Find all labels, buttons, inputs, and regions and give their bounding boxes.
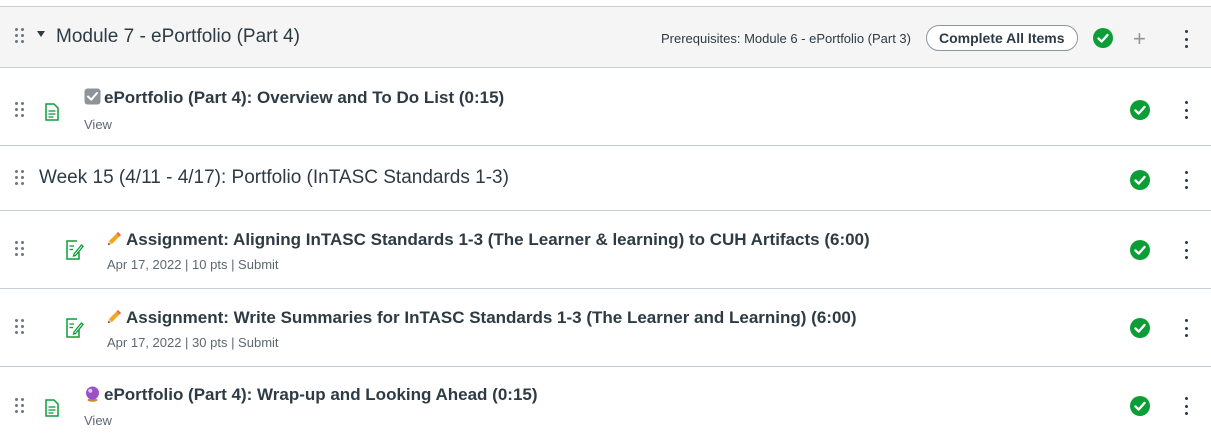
page-icon <box>45 399 59 417</box>
drag-handle-icon[interactable] <box>15 102 25 120</box>
item-options-icon[interactable] <box>1185 397 1189 415</box>
assignment-icon <box>66 240 84 260</box>
item-title-text[interactable]: ePortfolio (Part 4): Overview and To Do … <box>104 88 504 107</box>
prerequisites-text: Prerequisites: Module 6 - ePortfolio (Pa… <box>661 31 911 46</box>
item-options-icon[interactable] <box>1185 101 1189 119</box>
item-options-icon[interactable] <box>1185 319 1189 337</box>
item-title-text[interactable]: ePortfolio (Part 4): Wrap-up and Looking… <box>104 385 538 404</box>
crystal-ball-icon <box>86 386 99 402</box>
item-complete-check-icon <box>1130 170 1150 190</box>
module-header[interactable]: Module 7 - ePortfolio (Part 4) Prerequis… <box>0 6 1211 68</box>
module-title[interactable]: Module 7 - ePortfolio (Part 4) <box>56 26 300 48</box>
module-options-icon[interactable] <box>1185 30 1189 48</box>
item-options-icon[interactable] <box>1185 241 1189 259</box>
module-item[interactable]: ePortfolio (Part 4): Overview and To Do … <box>0 69 1211 146</box>
item-options-icon[interactable] <box>1185 171 1189 189</box>
page-icon <box>45 103 59 121</box>
item-meta: View <box>84 413 112 428</box>
collapse-caret-icon[interactable] <box>37 31 45 37</box>
drag-handle-icon[interactable] <box>15 241 25 259</box>
item-title[interactable]: ePortfolio (Part 4): Wrap-up and Looking… <box>84 385 538 405</box>
item-complete-check-icon <box>1130 100 1150 120</box>
pencil-icon <box>108 232 121 245</box>
item-title-text[interactable]: Assignment: Write Summaries for InTASC S… <box>126 308 857 327</box>
drag-handle-icon[interactable] <box>15 319 25 337</box>
drag-handle-icon[interactable] <box>15 170 25 188</box>
add-item-icon[interactable]: + <box>1133 28 1146 50</box>
context-module: Module 7 - ePortfolio (Part 4) Prerequis… <box>0 0 1211 444</box>
item-meta: Apr 17, 2022 | 30 pts | Submit <box>107 335 279 350</box>
item-complete-check-icon <box>1130 240 1150 260</box>
item-title[interactable]: Assignment: Aligning InTASC Standards 1-… <box>106 230 870 250</box>
module-subheader[interactable]: Week 15 (4/11 - 4/17): Portfolio (InTASC… <box>0 146 1211 211</box>
item-meta: View <box>84 117 112 132</box>
module-complete-check-icon <box>1093 28 1113 48</box>
item-meta: Apr 17, 2022 | 10 pts | Submit <box>107 257 279 272</box>
item-complete-check-icon <box>1130 318 1150 338</box>
subheader-title: Week 15 (4/11 - 4/17): Portfolio (InTASC… <box>39 167 509 188</box>
module-item[interactable]: Assignment: Write Summaries for InTASC S… <box>0 289 1211 367</box>
item-title-text[interactable]: Assignment: Aligning InTASC Standards 1-… <box>126 230 870 249</box>
module-item[interactable]: Assignment: Aligning InTASC Standards 1-… <box>0 211 1211 289</box>
checkbox-icon <box>84 88 101 105</box>
drag-handle-icon[interactable] <box>15 28 25 46</box>
module-item[interactable]: ePortfolio (Part 4): Wrap-up and Looking… <box>0 367 1211 444</box>
item-title[interactable]: ePortfolio (Part 4): Overview and To Do … <box>84 88 504 108</box>
requirement-badge: Complete All Items <box>926 25 1078 51</box>
drag-handle-icon[interactable] <box>15 398 25 416</box>
assignment-icon <box>66 318 84 338</box>
item-title[interactable]: Assignment: Write Summaries for InTASC S… <box>106 308 857 328</box>
pencil-icon <box>108 310 121 323</box>
item-complete-check-icon <box>1130 396 1150 416</box>
